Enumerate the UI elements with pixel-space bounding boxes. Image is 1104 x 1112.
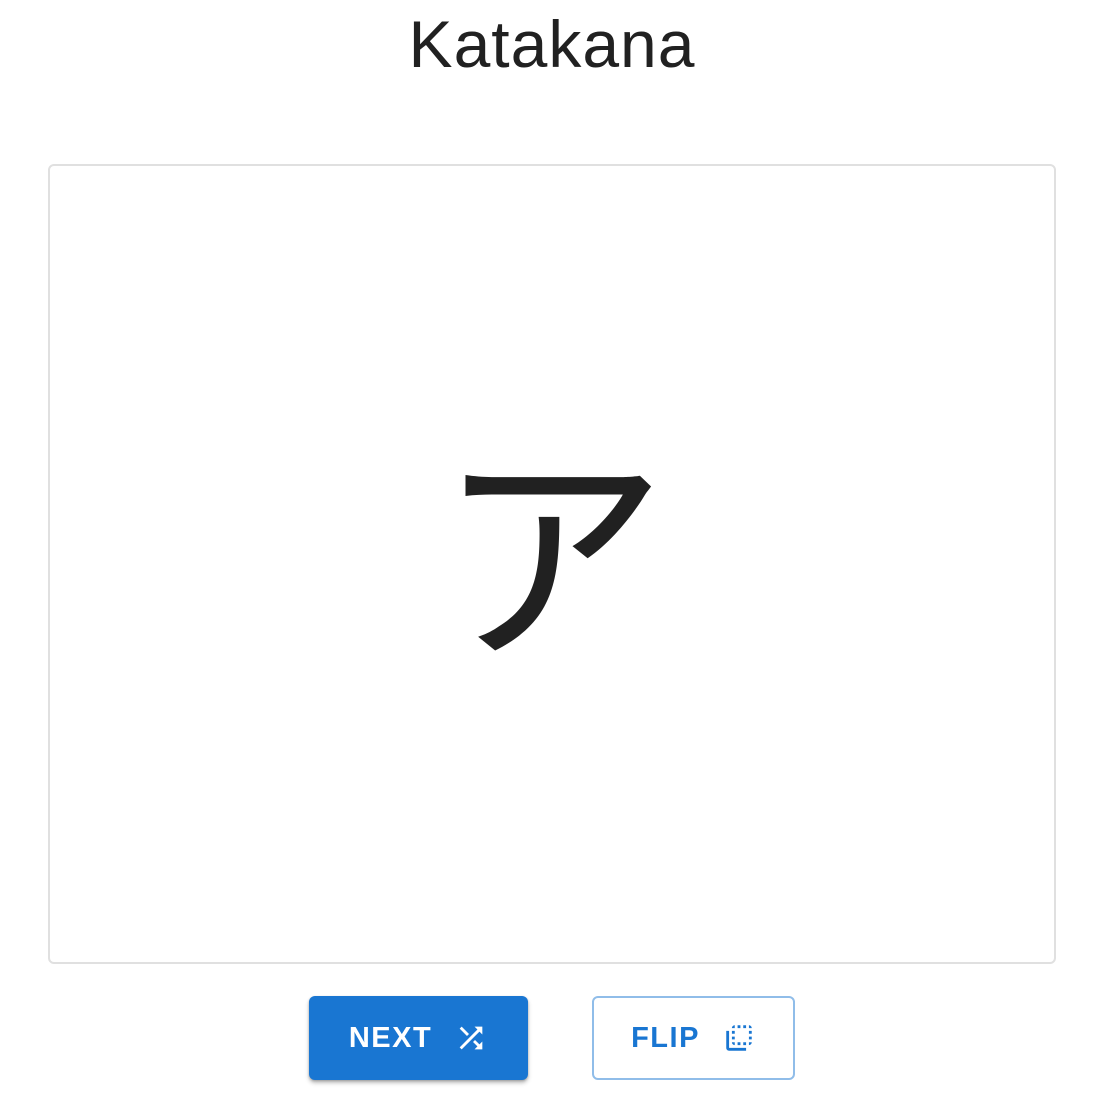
- flip-icon: [722, 1021, 756, 1055]
- shuffle-icon: [454, 1021, 488, 1055]
- next-button-label: NEXT: [348, 1021, 433, 1054]
- flip-button-label: FLIP: [631, 1021, 700, 1054]
- flip-button[interactable]: FLIP: [592, 996, 795, 1080]
- flashcard[interactable]: ア: [48, 164, 1056, 964]
- page-title: Katakana: [408, 7, 696, 81]
- flashcard-character: ア: [436, 430, 667, 697]
- next-button[interactable]: NEXT: [309, 996, 528, 1080]
